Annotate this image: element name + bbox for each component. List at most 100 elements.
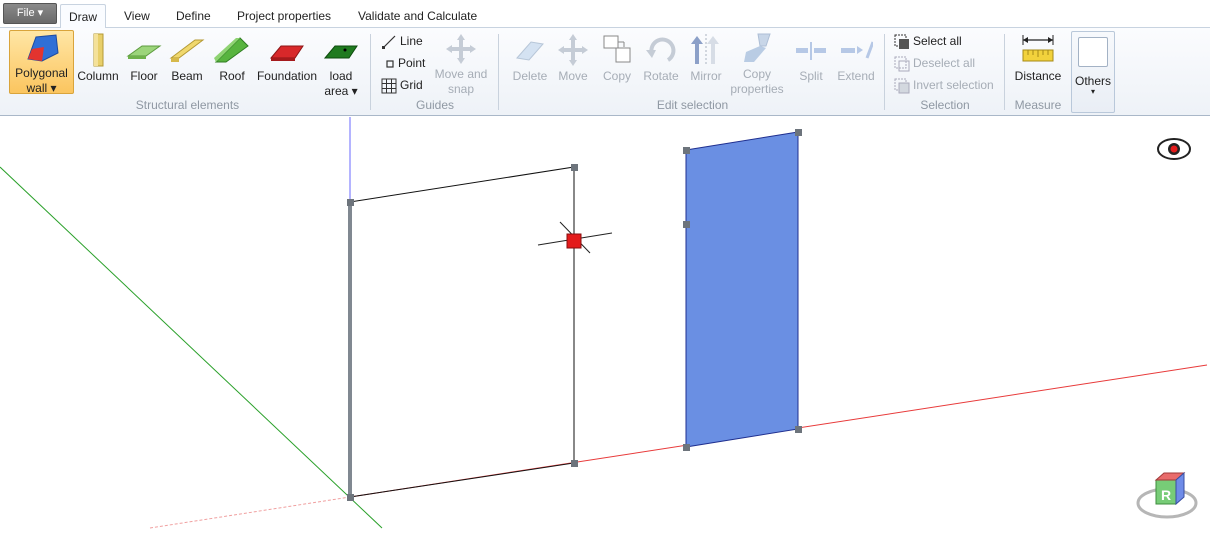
selected-wall-vertex-handle[interactable] — [683, 147, 690, 154]
split-label: Split — [799, 69, 823, 83]
selected-wall-vertex-handle[interactable] — [795, 129, 802, 136]
foundation-icon — [269, 45, 304, 61]
3d-viewport[interactable]: R — [0, 117, 1210, 534]
polygonal-wall-label-1: Polygonal — [15, 66, 68, 80]
paint-brush-icon — [744, 33, 771, 62]
others-button[interactable]: Others ▾ — [1071, 31, 1115, 113]
3d-scene[interactable]: R — [0, 117, 1210, 534]
split-icon — [796, 42, 826, 60]
grid-guide-button[interactable]: Grid — [381, 75, 423, 95]
line-icon — [382, 35, 396, 49]
deselect-all-button[interactable]: Deselect all — [894, 53, 975, 73]
roof-label: Roof — [219, 69, 245, 83]
column-label: Column — [77, 69, 119, 83]
invert-selection-button[interactable]: Invert selection — [894, 75, 994, 95]
select-all-label: Select all — [913, 34, 962, 48]
wall-vertex-handle[interactable] — [571, 460, 578, 467]
tab-draw[interactable]: Draw — [60, 4, 107, 29]
edit-selection-group-label: Edit selection — [656, 98, 729, 112]
polygonal-wall-icon — [26, 34, 59, 62]
mirror-label: Mirror — [690, 69, 722, 83]
others-icon — [1078, 37, 1108, 67]
guides-group-label: Guides — [415, 98, 455, 112]
distance-label: Distance — [1014, 69, 1062, 83]
roof-button[interactable]: Roof — [212, 32, 252, 83]
wall-vertex-handle[interactable] — [347, 494, 354, 501]
column-button[interactable]: Column — [76, 32, 120, 83]
polygonal-wall-button[interactable]: Polygonal wall ▾ — [9, 30, 74, 95]
wall-vertex-handle[interactable] — [571, 164, 578, 171]
group-divider — [884, 34, 885, 110]
nav-cube-face-label: R — [1161, 487, 1171, 503]
copy-icon — [603, 35, 631, 63]
wall-vertex-handle[interactable] — [347, 199, 354, 206]
move-and-snap-button[interactable]: Move and snap — [432, 32, 490, 96]
y-axis-line — [0, 166, 383, 529]
extend-button[interactable]: Extend — [834, 32, 878, 83]
load-area-label-2: area ▾ — [324, 84, 358, 98]
invert-selection-label: Invert selection — [913, 78, 994, 92]
others-dropdown-arrow: ▾ — [1090, 87, 1095, 96]
group-divider — [1004, 34, 1005, 110]
mirror-button[interactable]: Mirror — [686, 32, 726, 83]
foundation-button[interactable]: Foundation — [255, 32, 319, 83]
file-menu-button[interactable]: File ▾ — [3, 3, 57, 24]
line-guide-button[interactable]: Line — [381, 31, 423, 51]
selection-group-label: Selection — [920, 98, 970, 112]
move-button[interactable]: Move — [553, 32, 593, 83]
measure-group-label: Measure — [1014, 98, 1062, 112]
beam-button[interactable]: Beam — [167, 32, 207, 83]
selected-wall-vertex-handle[interactable] — [795, 426, 802, 433]
rotate-label: Rotate — [643, 69, 679, 83]
foundation-label: Foundation — [256, 69, 318, 83]
move-label: Move — [558, 69, 588, 83]
load-area-icon — [323, 45, 358, 59]
point-guide-label: Point — [398, 56, 426, 70]
floor-button[interactable]: Floor — [124, 32, 164, 83]
rotate-button[interactable]: Rotate — [640, 32, 682, 83]
load-area-label-1: load — [329, 69, 353, 83]
column-icon — [93, 33, 104, 67]
deselect-all-icon — [894, 56, 910, 72]
delete-button[interactable]: Delete — [508, 32, 552, 83]
tab-define[interactable]: Define — [168, 4, 219, 28]
ruler-icon — [1022, 35, 1054, 62]
navigation-cube[interactable]: R — [1136, 471, 1198, 519]
split-button[interactable]: Split — [792, 32, 830, 83]
copy-properties-label-2: properties — [730, 82, 784, 96]
polygonal-wall-label-2: wall ▾ — [26, 81, 57, 95]
floor-icon — [126, 45, 162, 59]
line-guide-label: Line — [400, 34, 423, 48]
move-arrows-icon — [558, 34, 588, 66]
beam-icon — [169, 39, 205, 62]
copy-button[interactable]: Copy — [598, 32, 636, 83]
selected-wall-vertex-handle[interactable] — [683, 221, 690, 228]
rotate-icon — [646, 37, 676, 62]
extend-label: Extend — [837, 69, 875, 83]
visibility-eye-icon[interactable] — [1157, 138, 1191, 160]
tab-view[interactable]: View — [116, 4, 158, 28]
tab-project-properties[interactable]: Project properties — [229, 4, 339, 28]
ribbon-panel: Polygonal wall ▾ Column Floor Beam Roof — [0, 28, 1210, 116]
selected-wall[interactable] — [685, 131, 799, 448]
select-all-button[interactable]: Select all — [894, 31, 962, 51]
selected-wall-vertex-handle[interactable] — [683, 444, 690, 451]
group-divider — [498, 34, 499, 110]
grid-icon — [381, 78, 397, 94]
tab-validate-and-calculate[interactable]: Validate and Calculate — [350, 4, 485, 28]
move-and-snap-icon — [446, 34, 476, 64]
copy-properties-button[interactable]: Copy properties — [728, 32, 786, 96]
extend-icon — [841, 41, 873, 59]
distance-button[interactable]: Distance — [1012, 32, 1064, 83]
point-guide-button[interactable]: Point — [385, 53, 425, 73]
group-divider — [370, 34, 371, 110]
invert-selection-icon — [894, 78, 910, 94]
wall-outline[interactable] — [349, 166, 575, 498]
load-area-button[interactable]: load area ▾ — [322, 32, 360, 98]
point-icon — [386, 60, 394, 68]
beam-label: Beam — [171, 69, 203, 83]
eraser-icon — [516, 41, 544, 61]
structural-elements-group-label: Structural elements — [135, 98, 240, 112]
move-and-snap-label-2: snap — [447, 82, 475, 96]
delete-label: Delete — [512, 69, 548, 83]
